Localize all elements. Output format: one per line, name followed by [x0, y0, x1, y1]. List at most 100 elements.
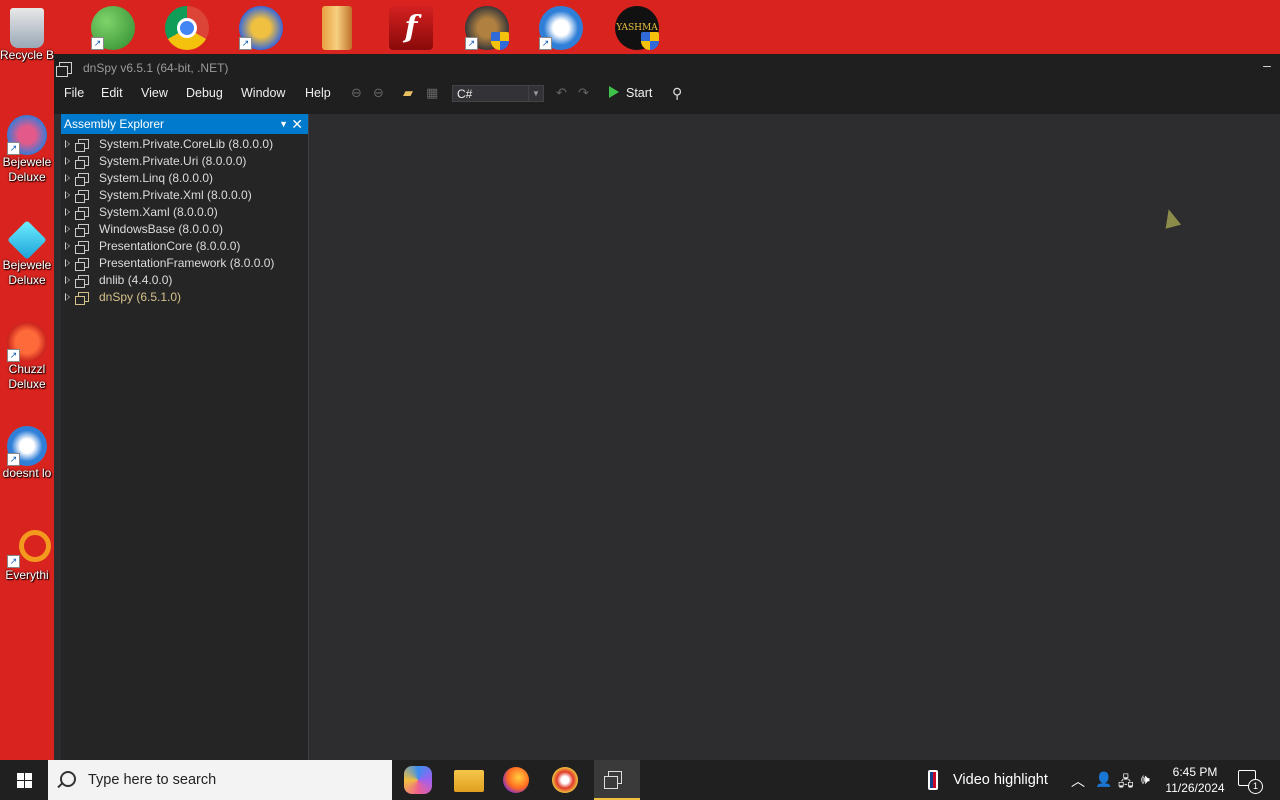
desktop-icon-thunderbird[interactable]: ↗ — [536, 6, 586, 52]
search-icon[interactable]: ⚲ — [672, 84, 682, 102]
navigate-back-icon[interactable]: ⊖ — [351, 84, 362, 102]
desktop-icon-doesnt-load[interactable]: ↗ doesnt lo — [0, 426, 54, 481]
assembly-node[interactable]: PresentationFramework (8.0.0.0) — [61, 255, 308, 272]
desktop-icon-label: doesnt lo — [2, 466, 52, 480]
assembly-icon — [75, 241, 89, 254]
desktop-icon-chuzzle[interactable]: ↗ Chuzzl Deluxe — [0, 322, 54, 392]
everything-search-icon: ↗ — [7, 528, 51, 568]
flash-icon: f — [389, 6, 433, 50]
people-icon[interactable]: 👤 — [1095, 771, 1112, 788]
title-bar[interactable]: dnSpy v6.5.1 (64-bit, .NET) – — [54, 54, 1280, 82]
start-debug-button[interactable]: Start — [609, 84, 652, 102]
expand-arrow-icon[interactable] — [65, 242, 70, 250]
assembly-node[interactable]: System.Private.Uri (8.0.0.0) — [61, 153, 308, 170]
assembly-icon — [75, 190, 89, 203]
taskbar-search[interactable]: Type here to search — [48, 760, 392, 800]
search-placeholder: Type here to search — [88, 772, 217, 788]
dnspy-app-icon[interactable] — [56, 62, 72, 77]
assembly-icon — [75, 258, 89, 271]
expand-arrow-icon[interactable] — [65, 140, 70, 148]
menu-view[interactable]: View — [141, 84, 168, 102]
close-icon[interactable]: ✕ — [291, 114, 303, 134]
assembly-node[interactable]: dnlib (4.4.0.0) — [61, 272, 308, 289]
assembly-node[interactable]: dnSpy (6.5.1.0) — [61, 289, 308, 306]
expand-arrow-icon[interactable] — [65, 208, 70, 216]
volume-icon[interactable]: 🕪 — [1141, 771, 1150, 788]
redo-icon[interactable]: ↷ — [578, 84, 589, 102]
copilot-icon[interactable] — [404, 766, 432, 794]
expand-arrow-icon[interactable] — [65, 225, 70, 233]
assembly-explorer-header[interactable]: Assembly Explorer ▼ ✕ — [61, 114, 308, 134]
clock-time: 6:45 PM — [1172, 765, 1218, 779]
expand-arrow-icon[interactable] — [65, 174, 70, 182]
firefox-icon[interactable] — [503, 767, 529, 793]
menu-file[interactable]: File — [64, 84, 84, 102]
expand-arrow-icon[interactable] — [65, 191, 70, 199]
browser-app-icon[interactable] — [552, 767, 578, 793]
start-label: Start — [626, 86, 653, 100]
thunderbird-mail-icon: ↗ — [7, 426, 47, 466]
save-all-icon[interactable]: ▦ — [426, 84, 438, 102]
shortcut-arrow-icon: ↗ — [7, 349, 20, 362]
chevron-down-icon: ▼ — [528, 86, 543, 101]
open-file-icon[interactable]: ▰ — [403, 84, 413, 102]
assembly-node[interactable]: System.Private.CoreLib (8.0.0.0) — [61, 136, 308, 153]
desktop-icon-messenger[interactable]: ↗ — [88, 6, 138, 52]
clock[interactable]: 6:45 PM 11/26/2024 — [1160, 764, 1230, 796]
undo-icon[interactable]: ↶ — [556, 84, 567, 102]
assembly-label: PresentationCore (8.0.0.0) — [99, 239, 241, 253]
expand-arrow-icon[interactable] — [65, 293, 70, 301]
expand-arrow-icon[interactable] — [65, 157, 70, 165]
desktop-icon-shield-app[interactable]: ↗ — [462, 6, 512, 52]
assembly-label: System.Private.Xml (8.0.0.0) — [99, 188, 252, 202]
assembly-icon — [75, 292, 89, 305]
document-area[interactable] — [310, 114, 1280, 760]
navigate-forward-icon[interactable]: ⊖ — [373, 84, 384, 102]
p-app-icon: ↗ — [239, 6, 283, 50]
assembly-node[interactable]: WindowsBase (8.0.0.0) — [61, 221, 308, 238]
news-widget[interactable]: Video highlight — [926, 760, 1058, 800]
assembly-node[interactable]: System.Linq (8.0.0.0) — [61, 170, 308, 187]
diamond-gem-icon — [7, 220, 47, 260]
chevron-up-icon[interactable]: ︿ — [1071, 771, 1085, 791]
dnspy-taskbar-button[interactable] — [594, 760, 640, 800]
expand-arrow-icon[interactable] — [65, 276, 70, 284]
notification-center-button[interactable]: 1 — [1238, 770, 1263, 794]
minimize-button[interactable]: – — [1260, 58, 1274, 74]
expand-arrow-icon[interactable] — [65, 259, 70, 267]
desktop-icon-flash[interactable]: f — [386, 6, 436, 52]
network-icon[interactable]: 🖧 — [1118, 771, 1134, 795]
desktop-icon-yashma[interactable]: YASHMA — [612, 6, 662, 52]
assembly-explorer-title: Assembly Explorer — [64, 117, 165, 131]
notification-count-badge: 1 — [1248, 779, 1263, 794]
desktop-icon-archive[interactable] — [312, 6, 362, 52]
dnspy-app-icon — [604, 771, 622, 789]
menu-help[interactable]: Help — [305, 84, 331, 102]
desktop-icon-recycle-bin[interactable]: Recycle B — [0, 8, 54, 63]
menu-bar: File Edit View Debug Window Help ⊖ ⊖ ▰ ▦… — [54, 82, 1280, 104]
start-button[interactable] — [0, 760, 48, 800]
yashma-icon: YASHMA — [615, 6, 659, 50]
file-explorer-icon[interactable] — [454, 770, 484, 792]
search-icon — [60, 771, 76, 787]
desktop-icon-label: Everythi — [5, 568, 49, 582]
assembly-label: dnSpy (6.5.1.0) — [99, 290, 182, 304]
assembly-icon — [75, 139, 89, 152]
desktop-icon-everything[interactable]: ↗ Everythi — [0, 528, 54, 583]
desktop-icon-bejeweled-1[interactable]: ↗ Bejewele Deluxe — [0, 115, 54, 185]
desktop-icon-bejeweled-2[interactable]: Bejewele Deluxe — [0, 220, 54, 288]
menu-edit[interactable]: Edit — [101, 84, 123, 102]
desktop-icon-label: Chuzzl Deluxe — [8, 362, 46, 391]
nba-logo-icon — [928, 770, 938, 790]
menu-window[interactable]: Window — [241, 84, 285, 102]
desktop-icon-p-app[interactable]: ↗ — [236, 6, 286, 52]
assembly-node[interactable]: System.Private.Xml (8.0.0.0) — [61, 187, 308, 204]
assembly-node[interactable]: System.Xaml (8.0.0.0) — [61, 204, 308, 221]
messenger-icon: ↗ — [91, 6, 135, 50]
language-select[interactable]: C# ▼ — [452, 85, 544, 102]
assembly-node[interactable]: PresentationCore (8.0.0.0) — [61, 238, 308, 255]
menu-debug[interactable]: Debug — [186, 84, 223, 102]
taskbar: Type here to search Video highlight ︿ 👤 … — [0, 760, 1280, 800]
dropdown-arrow-icon[interactable]: ▼ — [279, 114, 288, 134]
desktop-icon-chrome[interactable] — [162, 6, 212, 52]
